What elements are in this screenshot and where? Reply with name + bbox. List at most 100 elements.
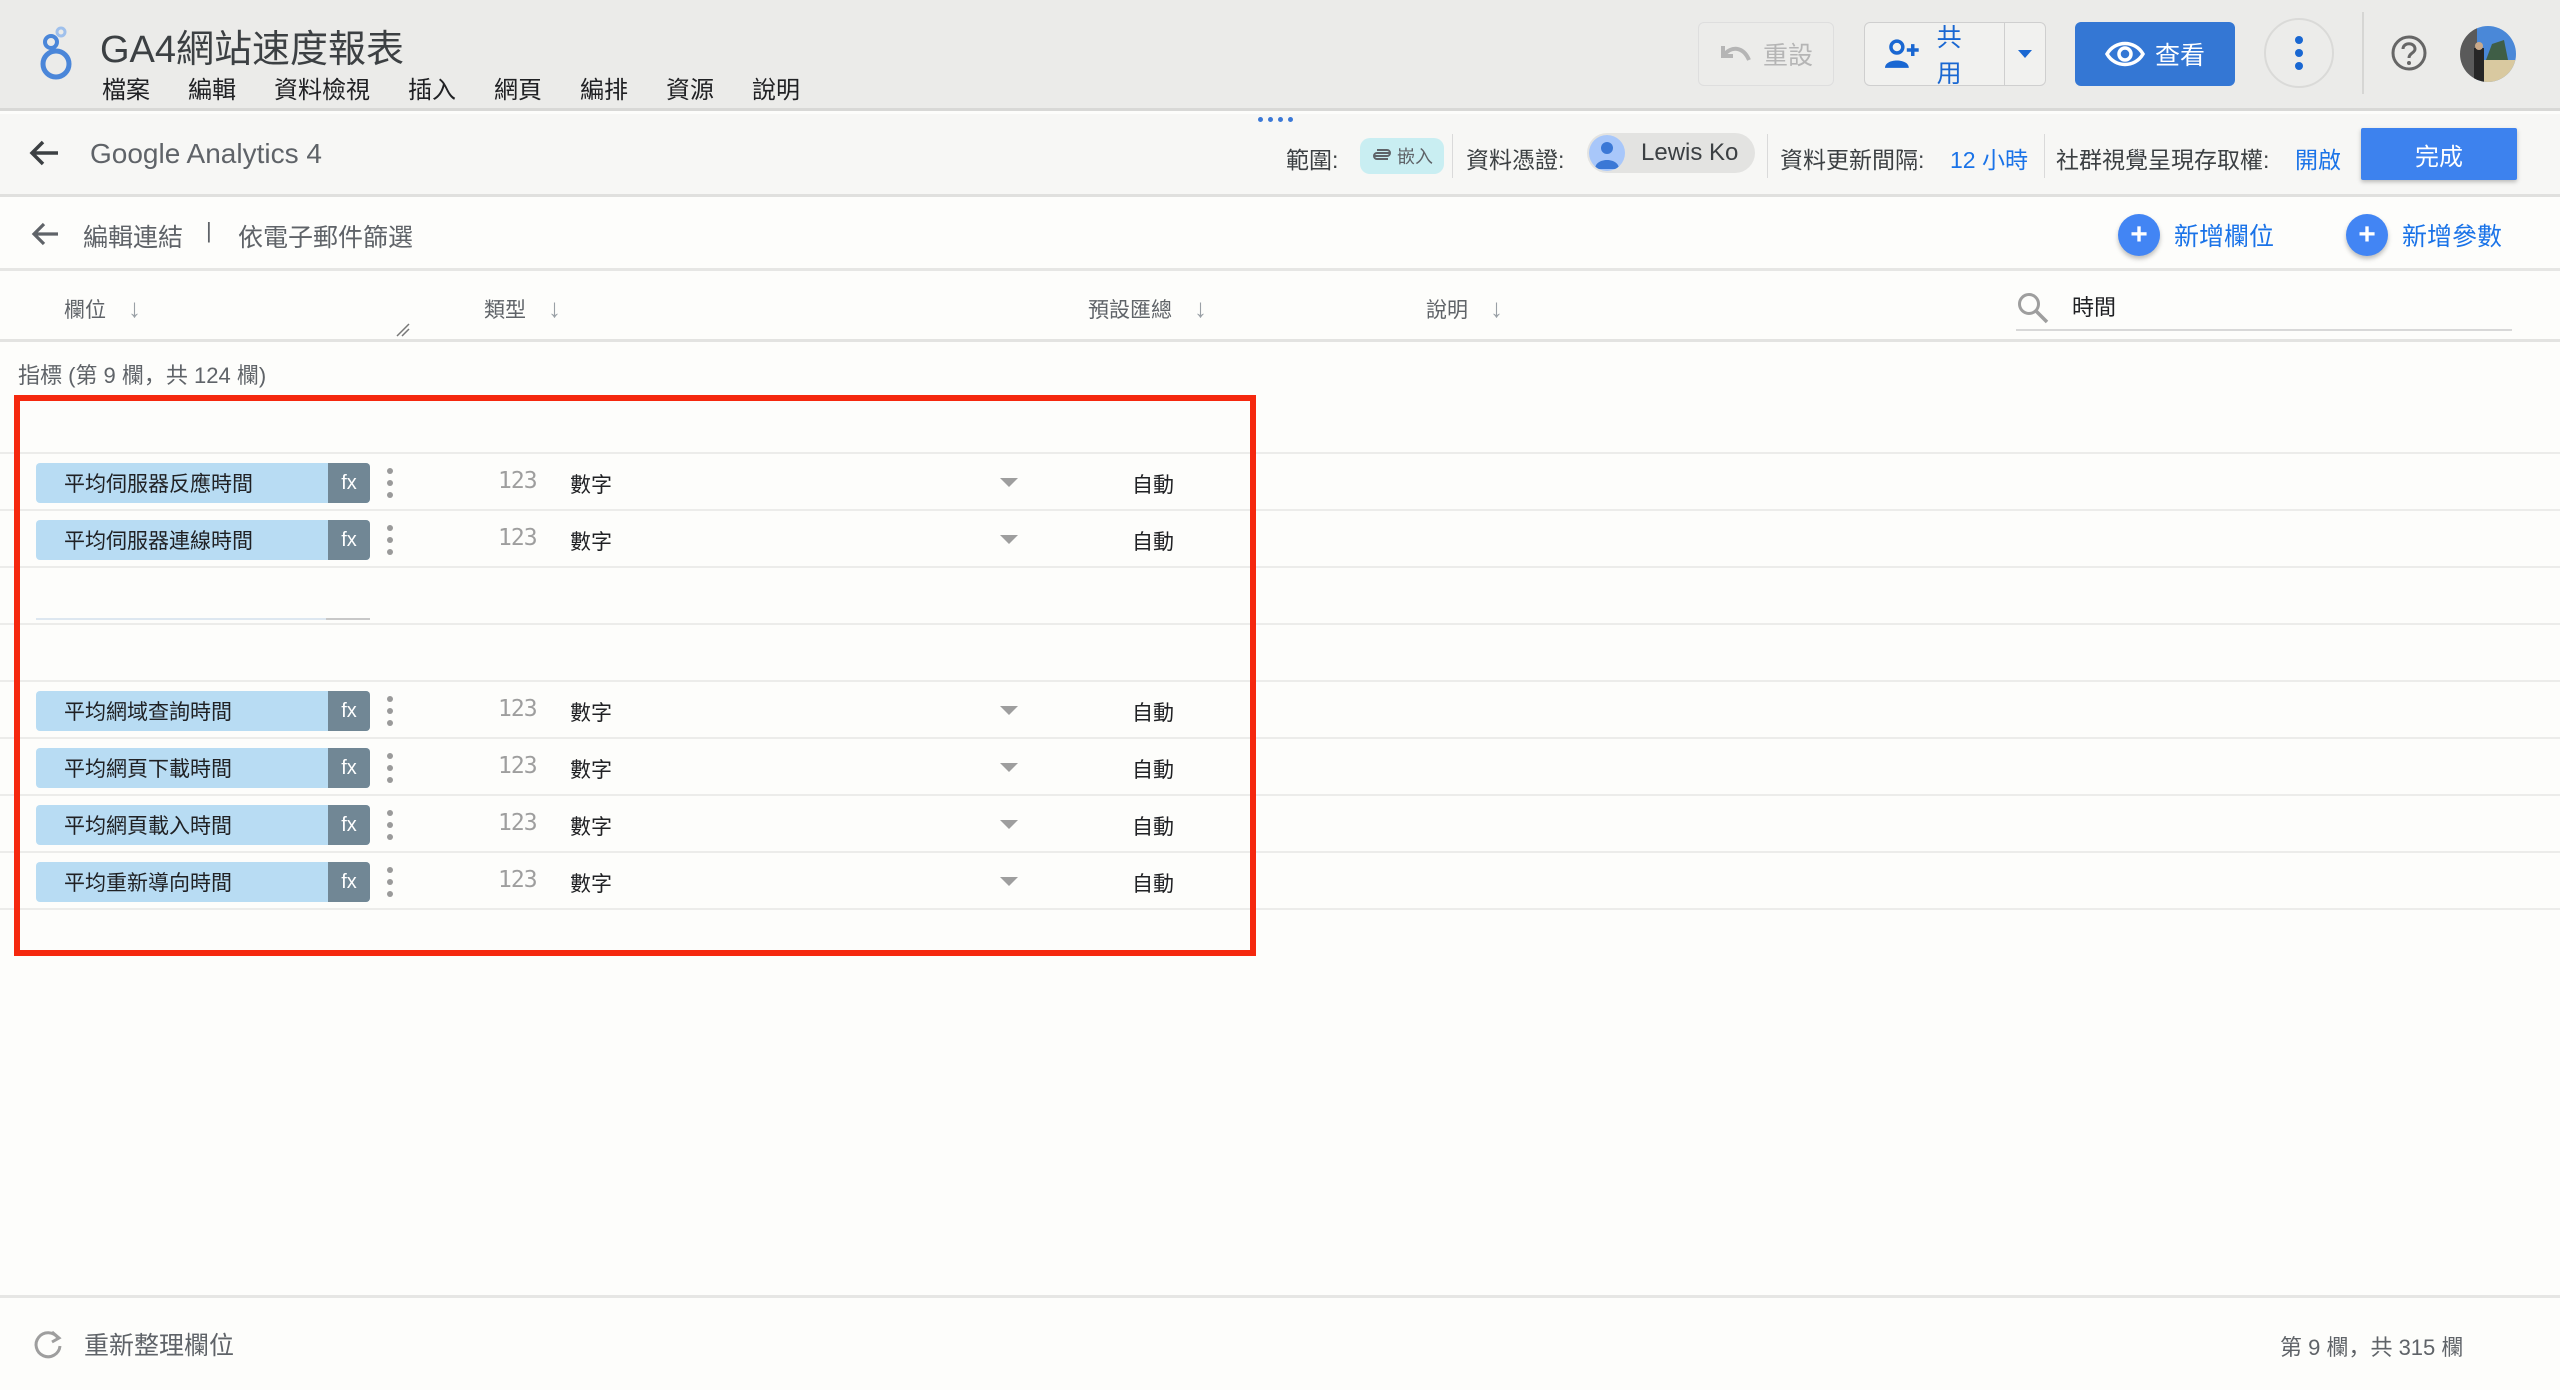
formula-fx-icon[interactable]: fx [328, 463, 370, 503]
aggregation-value[interactable]: 自動 [1132, 697, 1174, 727]
aggregation-value[interactable]: 自動 [1132, 469, 1174, 499]
share-dropdown-button[interactable] [2005, 23, 2045, 85]
table-row[interactable]: 平均網頁載入時間 fx 123 數字 自動 [0, 796, 2560, 853]
field-type: 數字 [570, 873, 612, 896]
column-description-label: 說明 [1426, 298, 1468, 322]
field-name: 平均伺服器反應時間 [64, 473, 253, 496]
breadcrumb-bar: 編輯連結 | 依電子郵件篩選 + 新增欄位 + 新增參數 [0, 200, 2560, 271]
field-count: 第 9 欄，共 315 欄 [2280, 1335, 2464, 1360]
refresh-fields-button[interactable]: 重新整理欄位 [32, 1326, 234, 1362]
report-title[interactable]: GA4網站速度報表 [100, 18, 404, 73]
field-chip[interactable]: 平均網頁載入時間 fx [36, 805, 370, 845]
add-field-label: 新增欄位 [2174, 223, 2275, 251]
menu-resource[interactable]: 資源 [666, 70, 714, 105]
number-type-icon: 123 [498, 867, 538, 893]
back-arrow-icon[interactable] [28, 136, 62, 170]
field-chip[interactable]: 平均伺服器反應時間 fx [36, 463, 370, 503]
drag-handle[interactable] [1258, 117, 1293, 122]
credentials-user: Lewis Ko [1641, 139, 1739, 166]
back-arrow-icon[interactable] [30, 218, 62, 250]
formula-fx-icon[interactable]: fx [328, 520, 370, 560]
more-vert-icon[interactable] [384, 753, 396, 783]
type-dropdown-caret-icon[interactable] [1000, 877, 1018, 886]
field-search [2016, 287, 2512, 331]
social-access-value[interactable]: 開啟 [2295, 141, 2341, 175]
type-dropdown-caret-icon[interactable] [1000, 535, 1018, 544]
empty-row [0, 625, 2560, 682]
credentials-label: 資料憑證: [1466, 147, 1565, 173]
menu-view[interactable]: 資料檢視 [274, 70, 370, 105]
menu-insert[interactable]: 插入 [408, 70, 456, 105]
column-type[interactable]: 類型 ↓ [484, 293, 561, 324]
menu-arrange[interactable]: 編排 [580, 70, 628, 105]
table-row[interactable]: 平均伺服器連線時間 fx 123 數字 自動 [0, 511, 2560, 568]
more-vert-icon[interactable] [384, 867, 396, 897]
done-button[interactable]: 完成 [2361, 128, 2517, 180]
data-source-name[interactable]: Google Analytics 4 [90, 138, 322, 170]
formula-fx-icon[interactable]: fx [328, 862, 370, 902]
table-row[interactable]: 平均重新導向時間 fx 123 數字 自動 [0, 853, 2560, 910]
add-parameter-button[interactable]: + 新增參數 [2346, 214, 2502, 256]
reset-button[interactable]: 重設 [1698, 22, 1834, 86]
type-dropdown-caret-icon[interactable] [1000, 763, 1018, 772]
type-dropdown-caret-icon[interactable] [1000, 706, 1018, 715]
column-description[interactable]: 說明 ↓ [1426, 293, 1503, 324]
field-chip[interactable]: 平均重新導向時間 fx [36, 862, 370, 902]
field-chip[interactable]: 平均伺服器連線時間 fx [36, 520, 370, 560]
column-field[interactable]: 欄位 ↓ [64, 293, 141, 324]
share-label: 共用 [1936, 24, 1962, 88]
more-vert-icon[interactable] [384, 525, 396, 555]
sort-arrow-icon: ↓ [1194, 293, 1207, 323]
column-resize-handle-icon[interactable] [396, 323, 410, 337]
help-icon[interactable] [2390, 34, 2428, 72]
column-type-label: 類型 [484, 298, 526, 322]
menu-help[interactable]: 說明 [752, 70, 800, 105]
more-vert-icon[interactable] [384, 468, 396, 498]
view-button[interactable]: 查看 [2075, 22, 2235, 86]
add-person-icon [1884, 39, 1919, 68]
add-parameter-label: 新增參數 [2402, 223, 2503, 251]
credentials-chip[interactable]: Lewis Ko [1587, 133, 1755, 173]
looker-studio-logo-icon[interactable] [34, 24, 78, 82]
formula-fx-icon[interactable]: fx [328, 691, 370, 731]
menu-bar: 檔案 編輯 資料檢視 插入 網頁 編排 資源 說明 [102, 70, 838, 105]
scope-chip[interactable]: 嵌入 [1360, 138, 1444, 174]
aggregation-value[interactable]: 自動 [1132, 526, 1174, 556]
aggregation-value[interactable]: 自動 [1132, 754, 1174, 784]
add-field-button[interactable]: + 新增欄位 [2118, 214, 2274, 256]
aggregation-value[interactable]: 自動 [1132, 811, 1174, 841]
column-aggregation[interactable]: 預設匯總 ↓ [1088, 293, 1207, 324]
search-icon [2018, 293, 2049, 324]
table-row[interactable]: 平均網頁下載時間 fx 123 數字 自動 [0, 739, 2560, 796]
divider [1452, 134, 1453, 178]
refresh-interval-value[interactable]: 12 小時 [1950, 141, 2028, 175]
search-input[interactable] [2072, 293, 2492, 319]
type-dropdown-caret-icon[interactable] [1000, 478, 1018, 487]
refresh-fields-label: 重新整理欄位 [84, 1332, 235, 1360]
menu-page[interactable]: 網頁 [494, 70, 542, 105]
undo-icon [1720, 46, 1751, 61]
formula-fx-icon[interactable]: fx [328, 748, 370, 788]
divider [1767, 134, 1768, 178]
more-options-button[interactable] [2264, 18, 2334, 88]
field-chip[interactable]: 平均網域查詢時間 fx [36, 691, 370, 731]
table-row[interactable]: 平均伺服器反應時間 fx 123 數字 自動 [0, 454, 2560, 511]
aggregation-value[interactable]: 自動 [1132, 868, 1174, 898]
formula-fx-icon[interactable]: fx [328, 805, 370, 845]
data-source-bar: Google Analytics 4 範圍: 嵌入 資料憑證: Lewis Ko… [0, 114, 2560, 197]
type-dropdown-caret-icon[interactable] [1000, 820, 1018, 829]
more-vert-icon[interactable] [384, 696, 396, 726]
field-chip[interactable]: 平均網頁下載時間 fx [36, 748, 370, 788]
breadcrumb-edit-connection[interactable]: 編輯連結 [83, 218, 183, 254]
app-header: GA4網站速度報表 檔案 編輯 資料檢視 插入 網頁 編排 資源 說明 重設 共… [0, 0, 2560, 111]
empty-row [0, 397, 2560, 454]
breadcrumb-filter-by-email[interactable]: 依電子郵件篩選 [238, 218, 413, 254]
share-button[interactable]: 共用 [1865, 23, 2006, 88]
menu-file[interactable]: 檔案 [102, 70, 150, 105]
breadcrumb-separator: | [206, 218, 212, 243]
menu-edit[interactable]: 編輯 [188, 70, 236, 105]
user-avatar[interactable] [2460, 26, 2516, 82]
table-row[interactable]: 平均網域查詢時間 fx 123 數字 自動 [0, 682, 2560, 739]
number-type-icon: 123 [498, 696, 538, 722]
more-vert-icon[interactable] [384, 810, 396, 840]
